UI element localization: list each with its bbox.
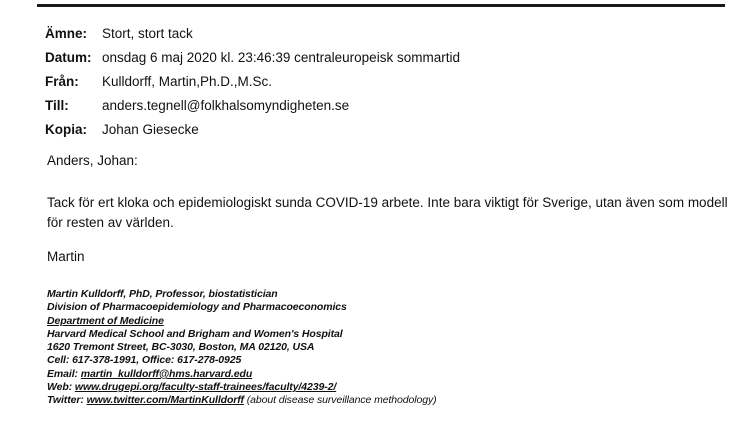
signature-web-label: Web:	[47, 381, 73, 394]
signature-twitter-link[interactable]: www.twitter.com/MartinKulldorff	[87, 394, 244, 406]
cc-row: Kopia: Johan Giesecke	[45, 118, 460, 142]
signature-web-link[interactable]: www.drugepi.org/faculty-staff-trainees/f…	[75, 381, 336, 393]
date-value: onsdag 6 maj 2020 kl. 23:46:39 centraleu…	[102, 50, 460, 65]
signature-address: 1620 Tremont Street, BC-3030, Boston, MA…	[47, 341, 315, 354]
email-signature: Martin Kulldorff, PhD, Professor, biosta…	[47, 288, 437, 408]
top-divider	[37, 4, 725, 7]
from-label: Från:	[45, 74, 79, 89]
to-label: Till:	[45, 98, 69, 113]
from-row: Från: Kulldorff, Martin,Ph.D.,M.Sc.	[45, 70, 460, 94]
cc-label: Kopia:	[45, 122, 87, 137]
signature-name-title: Martin Kulldorff, PhD, Professor, biosta…	[47, 288, 278, 300]
cc-value: Johan Giesecke	[102, 122, 199, 137]
to-value: anders.tegnell@folkhalsomyndigheten.se	[102, 98, 350, 113]
signature-web-row: Web: www.drugepi.org/faculty-staff-train…	[47, 381, 437, 394]
signature-twitter-note: (about disease surveillance methodology)	[246, 394, 437, 407]
signature-department: Department of Medicine	[47, 314, 164, 327]
email-header: Ämne: Stort, stort tack Datum: onsdag 6 …	[45, 22, 460, 142]
signature-email-row: Email: martin_kulldorff@hms.harvard.edu	[47, 368, 437, 381]
subject-value: Stort, stort tack	[102, 26, 193, 41]
date-label: Datum:	[45, 50, 92, 65]
to-row: Till: anders.tegnell@folkhalsomyndighete…	[45, 94, 460, 118]
email-body: Tack för ert kloka och epidemiologiskt s…	[47, 195, 728, 230]
subject-label: Ämne:	[45, 26, 88, 41]
email-signoff: Martin	[47, 249, 85, 264]
signature-twitter-row: Twitter: www.twitter.com/MartinKulldorff…	[47, 394, 437, 407]
date-row: Datum: onsdag 6 maj 2020 kl. 23:46:39 ce…	[45, 46, 460, 70]
email-greeting: Anders, Johan:	[47, 153, 138, 168]
signature-division: Division of Pharmacoepidemiology and Pha…	[47, 301, 347, 314]
signature-email-link[interactable]: martin_kulldorff@hms.harvard.edu	[81, 368, 252, 380]
signature-twitter-label: Twitter:	[47, 394, 84, 407]
subject-row: Ämne: Stort, stort tack	[45, 22, 460, 46]
signature-email-label: Email:	[47, 367, 78, 380]
signature-institution: Harvard Medical School and Brigham and W…	[47, 327, 343, 340]
from-value: Kulldorff, Martin,Ph.D.,M.Sc.	[102, 74, 273, 89]
signature-phones: Cell: 617-378-1991, Office: 617-278-0925	[47, 354, 242, 367]
